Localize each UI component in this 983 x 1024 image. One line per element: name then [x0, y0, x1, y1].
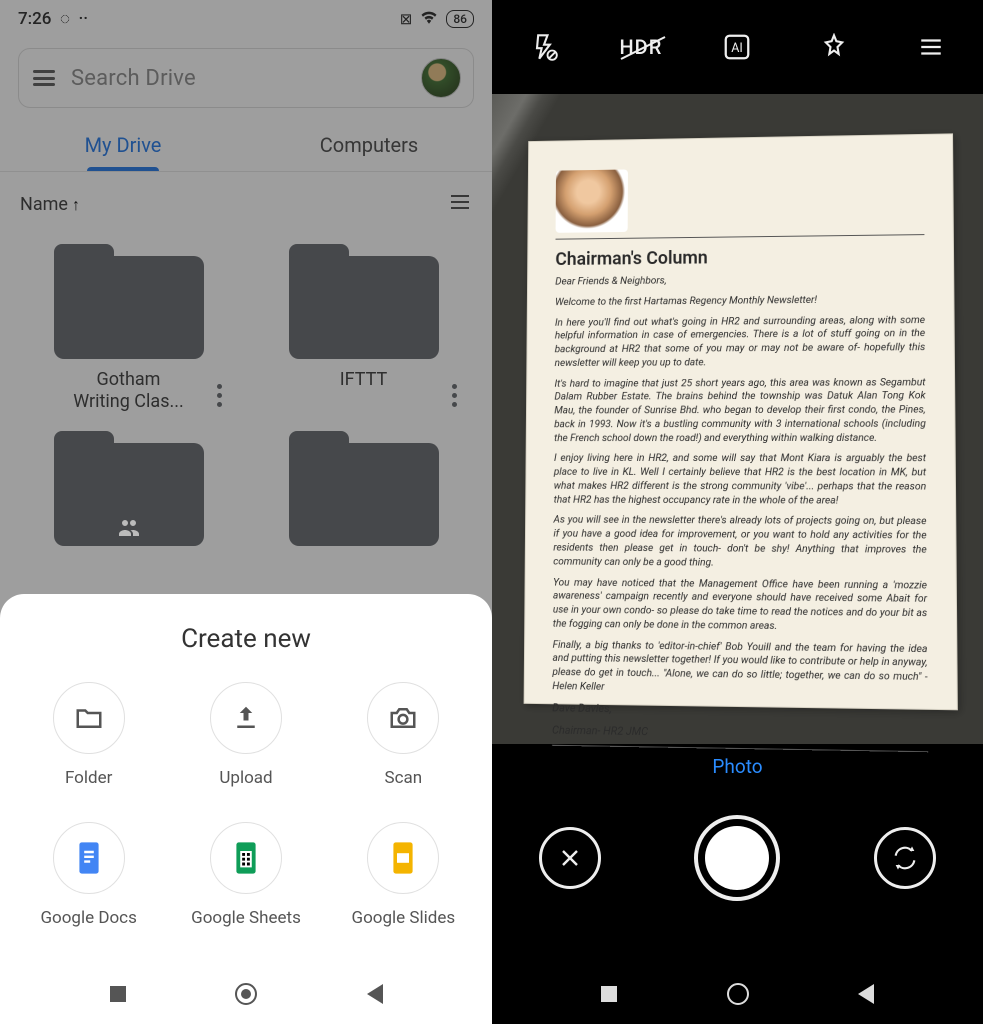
switch-camera-icon: [891, 844, 919, 872]
hdr-off-icon[interactable]: HDR: [619, 35, 663, 59]
option-docs[interactable]: Google Docs: [10, 822, 167, 928]
android-navbar: [0, 964, 492, 1024]
slides-icon: [388, 840, 418, 876]
option-upload[interactable]: Upload: [167, 682, 324, 788]
effects-icon[interactable]: [812, 33, 856, 61]
nav-back[interactable]: [367, 984, 383, 1004]
menu-icon[interactable]: [909, 34, 953, 60]
nav-home[interactable]: [727, 983, 749, 1005]
camera-controls: [492, 788, 983, 928]
shared-icon: [117, 518, 141, 536]
option-slides[interactable]: Google Slides: [325, 822, 482, 928]
doc-title: Chairman's Column: [555, 245, 924, 270]
option-folder[interactable]: Folder: [10, 682, 167, 788]
folder-icon: [74, 703, 104, 733]
portrait-photo: [555, 169, 627, 232]
document-preview: Chairman's Column Dear Friends & Neighbo…: [523, 133, 957, 710]
nav-recents[interactable]: [110, 986, 126, 1002]
nav-recents[interactable]: [601, 986, 617, 1002]
camera-toolbar: HDR AI: [492, 0, 983, 94]
switch-camera-button[interactable]: [874, 827, 936, 889]
docs-icon: [74, 840, 104, 876]
android-navbar: [492, 964, 983, 1024]
upload-icon: [231, 703, 261, 733]
create-new-sheet: Create new Folder Upload Scan Google Doc…: [0, 594, 492, 964]
svg-text:AI: AI: [732, 41, 744, 56]
sheets-icon: [231, 840, 261, 876]
close-icon: [558, 846, 582, 870]
flash-off-icon[interactable]: [522, 33, 566, 61]
cancel-button[interactable]: [539, 827, 601, 889]
sheet-title: Create new: [10, 624, 482, 654]
camera-viewfinder: Chairman's Column Dear Friends & Neighbo…: [492, 94, 983, 744]
shutter-button[interactable]: [694, 815, 780, 901]
camera-icon: [388, 703, 418, 733]
option-sheets[interactable]: Google Sheets: [167, 822, 324, 928]
option-scan[interactable]: Scan: [325, 682, 482, 788]
ai-icon[interactable]: AI: [715, 32, 759, 62]
nav-home[interactable]: [235, 983, 257, 1005]
nav-back[interactable]: [858, 984, 874, 1004]
